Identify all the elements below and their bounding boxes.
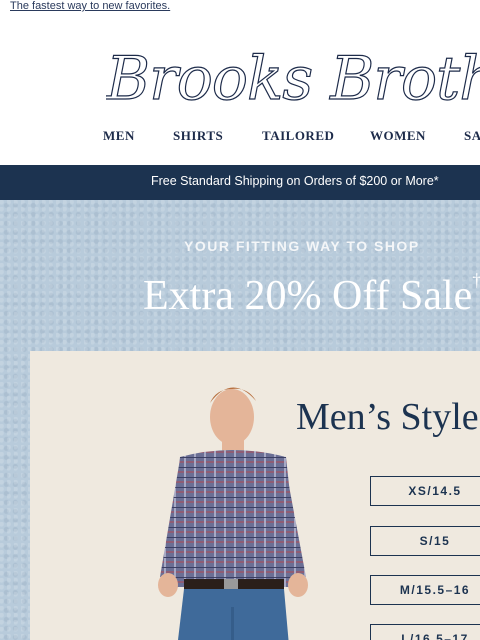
size-button-xs[interactable]: XS/14.5: [370, 476, 480, 506]
shipping-banner[interactable]: Free Standard Shipping on Orders of $200…: [0, 165, 480, 200]
shipping-banner-text: Free Standard Shipping on Orders of $200…: [151, 174, 439, 188]
panel-title: Men’s Style: [296, 396, 479, 438]
hero-kicker: YOUR FITTING WAY TO SHOP: [184, 238, 420, 254]
size-button-l[interactable]: L/16.5–17: [370, 624, 480, 640]
hero-photo-panel: Men’s Style XS/14.5 S/15 M/15.5–16 L/16.…: [30, 351, 480, 640]
hero-headline-text: Extra 20% Off Sale: [143, 273, 473, 319]
size-button-m[interactable]: M/15.5–16: [370, 575, 480, 605]
hero-dagger: †: [472, 270, 480, 290]
hero-headline: Extra 20% Off Sale†: [143, 270, 480, 320]
nav-item-women[interactable]: WOMEN: [370, 128, 426, 144]
preheader-link[interactable]: The fastest way to new favorites.: [10, 0, 170, 14]
nav-item-tailored[interactable]: TAILORED: [262, 128, 334, 144]
main-nav: MEN SHIRTS TAILORED WOMEN SA: [0, 128, 480, 144]
brand-logo-text: Brooks Brothers: [106, 43, 480, 114]
nav-item-men[interactable]: MEN: [103, 128, 135, 144]
nav-item-shirts[interactable]: SHIRTS: [173, 128, 223, 144]
size-button-s[interactable]: S/15: [370, 526, 480, 556]
brand-logo[interactable]: Brooks Brothers: [106, 40, 480, 118]
nav-item-sale[interactable]: SA: [464, 128, 480, 144]
hero-banner[interactable]: YOUR FITTING WAY TO SHOP Extra 20% Off S…: [0, 200, 480, 640]
